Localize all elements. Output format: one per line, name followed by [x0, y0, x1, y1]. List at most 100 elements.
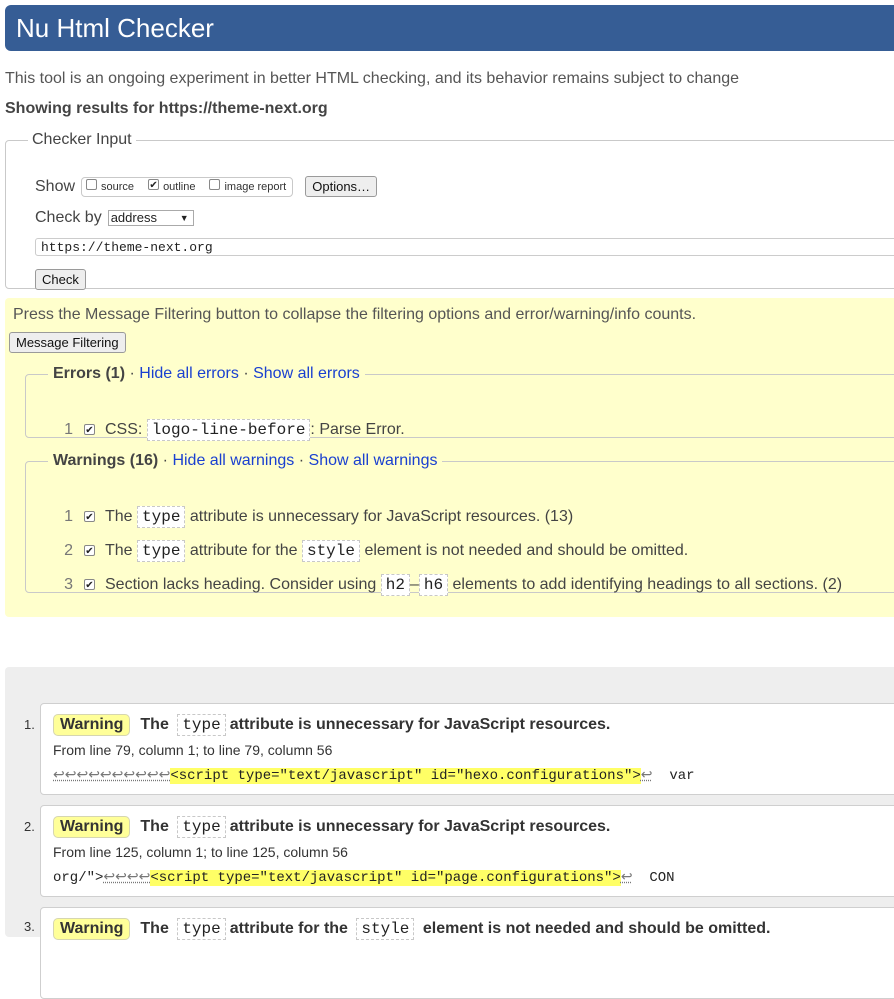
filter-note: Press the Message Filtering button to co…	[13, 306, 697, 323]
intro-text: This tool is an ongoing experiment in be…	[5, 70, 740, 87]
option-source[interactable]: source	[86, 179, 135, 193]
dropdown-arrow-icon: ▼	[179, 213, 189, 223]
extract-highlight: <script type="text/javascript" id="page.…	[150, 870, 621, 886]
error-prefix: CSS:	[105, 421, 143, 438]
warning-message: element is not needed and should be omit…	[364, 542, 689, 559]
check-by-value: address	[110, 210, 157, 225]
result-heading: Warning The type attribute is unnecessary…	[53, 714, 610, 736]
checker-input-legend: Checker Input	[32, 131, 132, 148]
error-message: : Parse Error.	[310, 421, 405, 438]
errors-group: Errors (1) · Hide all errors · Show all …	[25, 365, 894, 441]
warning-prefix: The	[105, 508, 133, 525]
warning-message: elements to add identifying headings to …	[452, 576, 843, 593]
result-message: attribute is unnecessary for JavaScript …	[229, 818, 611, 835]
option-outline[interactable]: ✔ outline	[148, 179, 196, 193]
warning-checkbox[interactable]: ✔	[84, 578, 95, 591]
result-heading: Warning The type attribute for the style …	[53, 918, 770, 940]
result-location[interactable]: From line 125, column 1; to line 125, co…	[53, 844, 348, 860]
result-item: Warning The type attribute is unnecessary…	[40, 703, 894, 795]
result-code: type	[177, 816, 226, 838]
hide-all-errors-link[interactable]: Hide all errors	[139, 365, 239, 382]
extract-return: ↩	[620, 870, 633, 886]
options-button[interactable]: Options…	[305, 176, 378, 197]
warning-checkbox[interactable]: ✔	[84, 510, 95, 523]
warning-dash: –	[409, 576, 419, 593]
results-for-heading: Showing results for https://theme-next.o…	[5, 100, 328, 117]
message-filter-panel: Press the Message Filtering button to co…	[5, 298, 894, 617]
warning-filter-row: 1 ✔ The type attribute is unnecessary fo…	[26, 506, 573, 528]
warning-badge: Warning	[53, 918, 131, 940]
warning-filter-row: 3 ✔ Section lacks heading. Consider usin…	[26, 574, 842, 596]
result-number: 1.	[24, 717, 35, 732]
warning-number: 1	[64, 508, 73, 525]
extract-after: var	[652, 768, 695, 784]
warning-middle: attribute for the	[189, 542, 298, 559]
option-image-report-label: image report	[224, 180, 287, 193]
warning-code: type	[137, 506, 186, 528]
page-title: Nu Html Checker	[16, 13, 214, 43]
warning-filter-row: 2 ✔ The type attribute for the style ele…	[26, 540, 688, 562]
warning-prefix: Section lacks heading. Consider using	[105, 576, 377, 593]
result-item: Warning The type attribute for the style …	[40, 907, 894, 999]
source-checkbox[interactable]	[86, 179, 98, 190]
errors-title: Errors (1)	[53, 365, 126, 382]
warning-checkbox[interactable]: ✔	[84, 544, 95, 557]
warning-code: type	[137, 540, 186, 562]
image-report-checkbox[interactable]	[209, 179, 221, 190]
check-by-row: Check by address ▼	[35, 209, 194, 227]
extract-plain: org/">	[53, 870, 104, 886]
result-code: type	[177, 714, 226, 736]
result-prefix: The	[140, 818, 169, 835]
result-number: 3.	[24, 919, 35, 934]
separator: ·	[129, 365, 140, 382]
warning-prefix: The	[105, 542, 133, 559]
url-input[interactable]: https://theme-next.org	[35, 238, 894, 256]
result-extract: org/">↩↩↩↩<script type="text/javascript"…	[53, 869, 675, 886]
show-all-errors-link[interactable]: Show all errors	[253, 365, 360, 382]
result-number: 2.	[24, 819, 35, 834]
separator: ·	[243, 365, 254, 382]
option-source-label: source	[101, 180, 135, 193]
header-bar: Nu Html Checker	[5, 5, 894, 51]
show-row: Show source ✔ outline image report Optio…	[35, 176, 378, 197]
checker-input-panel: Checker Input Show source ✔ outline imag…	[5, 131, 894, 290]
extract-returns: ↩↩↩↩↩↩↩↩↩↩	[53, 768, 171, 784]
error-number: 1	[64, 421, 73, 438]
errors-legend: Errors (1) · Hide all errors · Show all …	[48, 365, 365, 383]
warning-number: 3	[64, 576, 73, 593]
show-label: Show	[35, 177, 76, 195]
extract-returns: ↩↩↩↩	[103, 870, 151, 886]
warning-code-2: h6	[418, 574, 449, 596]
option-image-report[interactable]: image report	[209, 179, 287, 193]
check-button[interactable]: Check	[35, 269, 86, 290]
error-filter-row: 1 ✔ CSS: logo-line-before: Parse Error.	[26, 419, 405, 441]
result-code-2: style	[356, 918, 415, 940]
warnings-title: Warnings (16)	[53, 452, 159, 469]
result-location[interactable]: From line 79, column 1; to line 79, colu…	[53, 742, 332, 758]
check-by-select[interactable]: address ▼	[107, 210, 194, 226]
warning-code: h2	[380, 574, 410, 596]
extract-return: ↩	[640, 768, 653, 784]
warning-number: 2	[64, 542, 73, 559]
extract-highlight: <script type="text/javascript" id="hexo.…	[170, 768, 641, 784]
result-code: type	[177, 918, 226, 940]
show-options-group: source ✔ outline image report	[81, 176, 294, 197]
message-filtering-button[interactable]: Message Filtering	[9, 332, 126, 353]
show-all-warnings-link[interactable]: Show all warnings	[309, 452, 438, 469]
separator: ·	[298, 452, 309, 469]
hide-all-warnings-link[interactable]: Hide all warnings	[172, 452, 294, 469]
option-outline-label: outline	[163, 180, 196, 193]
result-extract: ↩↩↩↩↩↩↩↩↩↩<script type="text/javascript"…	[53, 767, 695, 784]
result-prefix: The	[140, 716, 169, 733]
warnings-group: Warnings (16) · Hide all warnings · Show…	[25, 452, 894, 596]
warnings-legend: Warnings (16) · Hide all warnings · Show…	[48, 452, 442, 470]
warning-message: attribute is unnecessary for JavaScript …	[189, 508, 574, 525]
result-item: Warning The type attribute is unnecessary…	[40, 805, 894, 897]
outline-checkbox[interactable]: ✔	[148, 179, 160, 191]
error-checkbox[interactable]: ✔	[84, 423, 95, 436]
warning-badge: Warning	[53, 816, 131, 838]
separator: ·	[162, 452, 173, 469]
result-message: attribute is unnecessary for JavaScript …	[229, 716, 611, 733]
extract-after: CON	[632, 870, 675, 886]
results-list: 1. Warning The type attribute is unnecess…	[5, 667, 894, 999]
